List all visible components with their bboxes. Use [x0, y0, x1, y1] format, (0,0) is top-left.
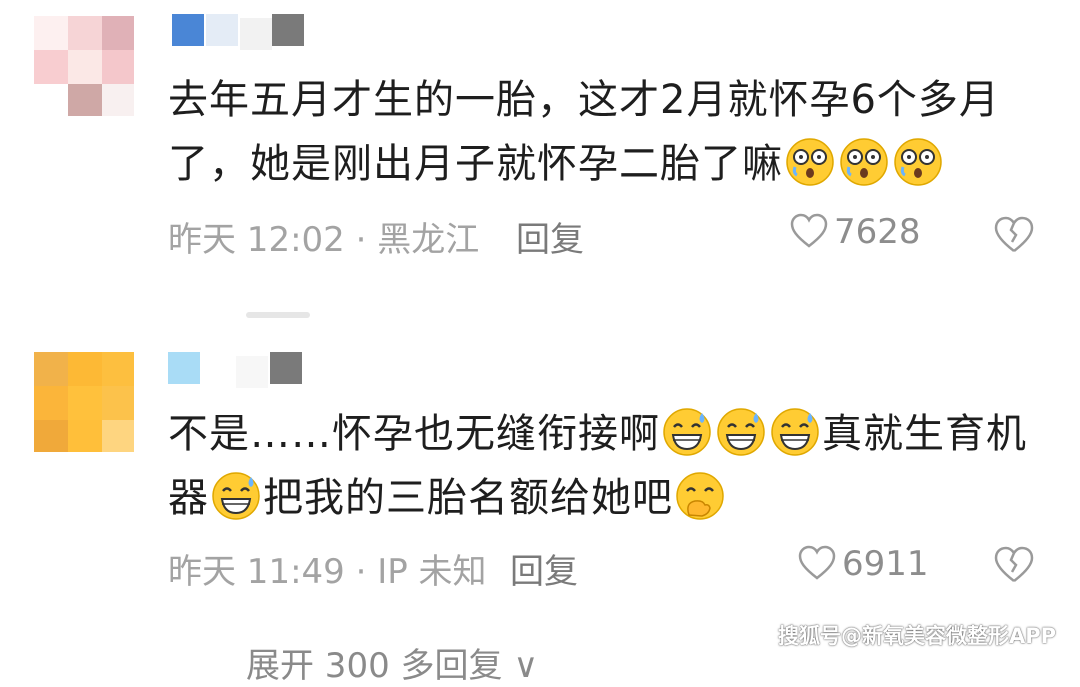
dislike-button[interactable] [994, 216, 1034, 258]
username-redacted[interactable] [172, 14, 312, 50]
comment-timestamp: 昨天 11:49 · IP 未知 [168, 552, 487, 592]
like-button[interactable]: 7628 [790, 212, 921, 252]
like-button[interactable]: 6911 [798, 544, 929, 584]
comment-text: 去年五月才生的一胎，这才2月就怀孕6个多月了，她是刚出月子就怀孕二胎了嘛 [168, 77, 1000, 187]
grinning-sweat-icon [662, 407, 712, 457]
username-redacted[interactable] [168, 352, 308, 388]
watermark-text: 搜狐号@新氧美容微整形APP [777, 624, 1056, 648]
expand-replies-link[interactable]: 展开 300 多回复 ∨ [246, 638, 538, 687]
avatar[interactable] [34, 16, 134, 116]
grinning-sweat-icon [211, 471, 261, 521]
dizzy-face-icon [785, 137, 835, 187]
hand-over-mouth-icon [675, 471, 725, 521]
heart-icon [790, 213, 828, 248]
like-count: 7628 [834, 212, 921, 252]
reply-button[interactable]: 回复 [516, 212, 584, 261]
comment-text: 不是……怀孕也无缝衔接啊 真就生育机器 把我的三胎名额给她吧 [168, 402, 1038, 530]
dizzy-face-icon [893, 137, 943, 187]
grinning-sweat-icon [770, 407, 820, 457]
comment-timestamp: 昨天 12:02 · 黑龙江 [168, 220, 480, 260]
heart-icon [798, 545, 836, 580]
dizzy-face-icon [839, 137, 889, 187]
like-count: 6911 [842, 544, 929, 584]
divider [246, 312, 310, 318]
broken-heart-icon [994, 546, 1034, 582]
avatar[interactable] [34, 352, 134, 452]
grinning-sweat-icon [716, 407, 766, 457]
broken-heart-icon [994, 216, 1034, 252]
dislike-button[interactable] [994, 546, 1034, 588]
reply-button[interactable]: 回复 [510, 544, 578, 593]
